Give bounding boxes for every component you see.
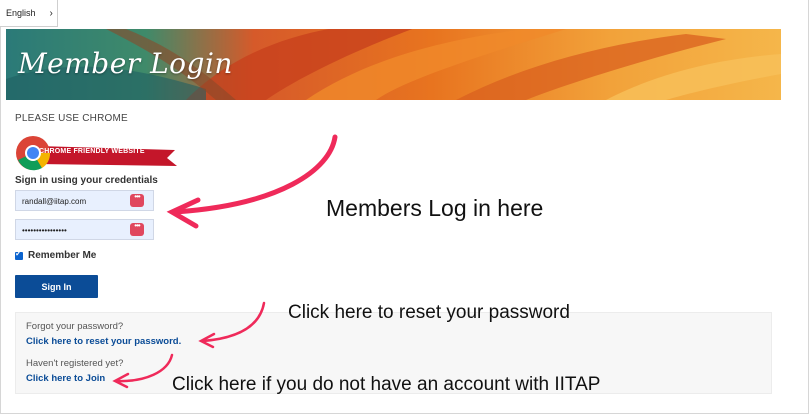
annotation-members: Members Log in here <box>326 195 544 221</box>
annotation-join: Click here if you do not have an account… <box>172 374 601 395</box>
annotation-reset: Click here to reset your password <box>288 302 570 323</box>
arrow-join <box>115 353 174 383</box>
